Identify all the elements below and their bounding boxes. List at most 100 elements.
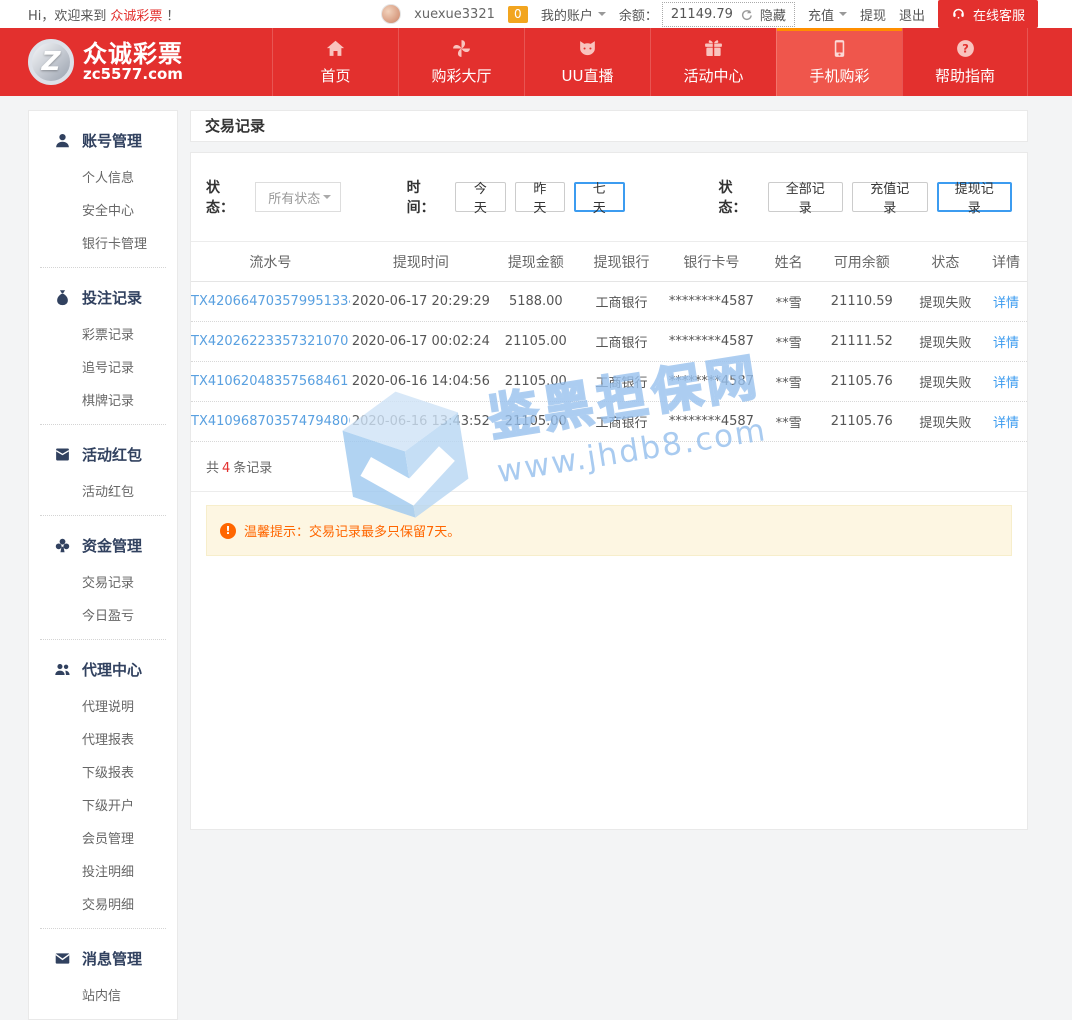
nav-item-uu-live[interactable]: UU直播	[524, 28, 650, 96]
cat-icon	[577, 38, 598, 59]
recharge-dropdown[interactable]: 充值	[808, 5, 847, 24]
chevron-down-icon	[598, 12, 606, 20]
detail-link[interactable]: 详情	[993, 376, 1019, 391]
detail-link[interactable]: 详情	[993, 336, 1019, 351]
holder-name: **雪	[759, 332, 818, 351]
detail-link[interactable]: 详情	[993, 416, 1019, 431]
sidebar-item-activity-red-packet[interactable]: 活动红包	[40, 474, 166, 507]
withdraw-amount: 21105.00	[492, 334, 580, 349]
status-text: 提现失败	[906, 412, 985, 431]
sidebar-item-chase-records[interactable]: 追号记录	[40, 350, 166, 383]
sidebar-header-funds[interactable]: 资金管理	[40, 526, 166, 565]
table-header: 流水号 提现时间 提现金额 提现银行 银行卡号 姓名 可用余额 状态 详情	[191, 242, 1027, 282]
nav-item-home[interactable]: 首页	[272, 28, 398, 96]
chevron-down-icon	[323, 195, 331, 203]
time-seven-days-button[interactable]: 七天	[574, 182, 624, 212]
nav-item-activity-center[interactable]: 活动中心	[650, 28, 776, 96]
sidebar-item-today-profit[interactable]: 今日盈亏	[40, 598, 166, 631]
withdraw-bank: 工商银行	[580, 332, 664, 351]
time-filter-label: 时间：	[407, 177, 447, 217]
nav-item-help-guide[interactable]: ? 帮助指南	[902, 28, 1028, 96]
sidebar-section-account: 账号管理 个人信息 安全中心 银行卡管理	[40, 111, 166, 268]
filter-bar: 状态： 所有状态 时间： 今天 昨天 七天 状态： 全部记录 充值记录 提	[191, 153, 1027, 242]
nav-item-lottery-hall[interactable]: 购彩大厅	[398, 28, 524, 96]
logout-link[interactable]: 退出	[899, 5, 925, 24]
records-summary: 共4条记录	[191, 442, 1027, 492]
col-available-balance: 可用余额	[818, 252, 906, 272]
refresh-balance-icon[interactable]	[740, 8, 753, 21]
message-count-badge[interactable]: 0	[508, 6, 528, 23]
withdraw-bank: 工商银行	[580, 372, 664, 391]
sidebar-item-transaction-detail[interactable]: 交易明细	[40, 887, 166, 920]
user-avatar[interactable]	[381, 4, 401, 24]
sidebar-header-message[interactable]: 消息管理	[40, 939, 166, 978]
sidebar-item-sub-report[interactable]: 下级报表	[40, 755, 166, 788]
pinwheel-icon	[451, 38, 472, 59]
sidebar-item-agent-info[interactable]: 代理说明	[40, 689, 166, 722]
brand-link[interactable]: 众诚彩票	[110, 5, 162, 24]
records-card: 状态： 所有状态 时间： 今天 昨天 七天 状态： 全部记录 充值记录 提	[190, 152, 1028, 830]
status-select[interactable]: 所有状态	[255, 182, 340, 212]
sidebar-section-bet-records: 投注记录 彩票记录 追号记录 棋牌记录	[40, 268, 166, 425]
available-balance: 21105.76	[818, 374, 906, 389]
sidebar-header-agent[interactable]: 代理中心	[40, 650, 166, 689]
sidebar-item-sub-account[interactable]: 下级开户	[40, 788, 166, 821]
balance-value: 21149.79	[671, 7, 733, 22]
sidebar-item-bank-card[interactable]: 银行卡管理	[40, 226, 166, 259]
available-balance: 21111.52	[818, 334, 906, 349]
table-row: TX420262233573210701 2020-06-17 00:02:24…	[191, 322, 1027, 362]
nav-item-mobile-lottery[interactable]: 手机购彩	[776, 28, 902, 96]
type-recharge-button[interactable]: 充值记录	[852, 182, 928, 212]
card-number: ********4587	[663, 374, 759, 389]
question-icon: ?	[955, 38, 976, 59]
type-withdraw-button[interactable]: 提现记录	[937, 182, 1013, 212]
detail-link[interactable]: 详情	[993, 296, 1019, 311]
sidebar-item-agent-report[interactable]: 代理报表	[40, 722, 166, 755]
available-balance: 21110.59	[818, 294, 906, 309]
sidebar-item-chess-records[interactable]: 棋牌记录	[40, 383, 166, 416]
sidebar-item-lottery-records[interactable]: 彩票记录	[40, 317, 166, 350]
my-account-dropdown[interactable]: 我的账户	[541, 5, 606, 24]
balance-label: 余额：	[619, 5, 658, 24]
welcome-message: Hi，欢迎来到 众诚彩票 ！	[28, 5, 179, 24]
site-logo[interactable]: Z 众诚彩票 zc5577.com	[28, 28, 183, 96]
funds-icon	[54, 537, 71, 554]
balance-box: 21149.79 隐藏	[662, 2, 795, 27]
svg-text:?: ?	[962, 42, 969, 56]
status-text: 提现失败	[906, 292, 985, 311]
online-service-button[interactable]: 在线客服	[938, 0, 1038, 28]
sidebar-item-bet-detail[interactable]: 投注明细	[40, 854, 166, 887]
logo-title: 众诚彩票	[83, 42, 183, 67]
sidebar-item-member-manage[interactable]: 会员管理	[40, 821, 166, 854]
flow-id: TX420664703579951334	[191, 294, 350, 309]
sidebar-section-red-packet: 活动红包 活动红包	[40, 425, 166, 516]
col-withdraw-bank: 提现银行	[580, 252, 664, 272]
table-row: TX410620483575684611 2020-06-16 14:04:56…	[191, 362, 1027, 402]
sidebar-item-site-mail[interactable]: 站内信	[40, 978, 166, 1011]
logo-z-icon: Z	[28, 39, 74, 85]
withdraw-link[interactable]: 提现	[860, 5, 886, 24]
withdraw-time: 2020-06-17 20:29:29	[350, 294, 492, 309]
sidebar-item-security-center[interactable]: 安全中心	[40, 193, 166, 226]
sidebar-item-personal-info[interactable]: 个人信息	[40, 160, 166, 193]
available-balance: 21105.76	[818, 414, 906, 429]
status-filter-label: 状态：	[206, 177, 246, 217]
username-link[interactable]: xuexue3321	[414, 7, 495, 22]
withdraw-time: 2020-06-16 13:43:52	[350, 414, 492, 429]
sidebar-item-transaction-records[interactable]: 交易记录	[40, 565, 166, 598]
sidebar: 账号管理 个人信息 安全中心 银行卡管理 投注记录 彩票记录 追号记录 棋牌记录…	[28, 110, 178, 1020]
sidebar-section-agent: 代理中心 代理说明 代理报表 下级报表 下级开户 会员管理 投注明细 交易明细	[40, 640, 166, 929]
type-all-button[interactable]: 全部记录	[768, 182, 844, 212]
col-flow-id: 流水号	[191, 252, 350, 272]
time-today-button[interactable]: 今天	[455, 182, 505, 212]
time-yesterday-button[interactable]: 昨天	[515, 182, 565, 212]
col-card-number: 银行卡号	[663, 252, 759, 272]
sidebar-header-account[interactable]: 账号管理	[40, 121, 166, 160]
headset-icon	[951, 5, 966, 23]
hide-balance-toggle[interactable]: 隐藏	[760, 5, 786, 24]
sidebar-header-red-packet[interactable]: 活动红包	[40, 435, 166, 474]
table-row: TX410968703574794806 2020-06-16 13:43:52…	[191, 402, 1027, 442]
holder-name: **雪	[759, 412, 818, 431]
welcome-suffix: ！	[166, 5, 179, 24]
sidebar-header-bet-records[interactable]: 投注记录	[40, 278, 166, 317]
